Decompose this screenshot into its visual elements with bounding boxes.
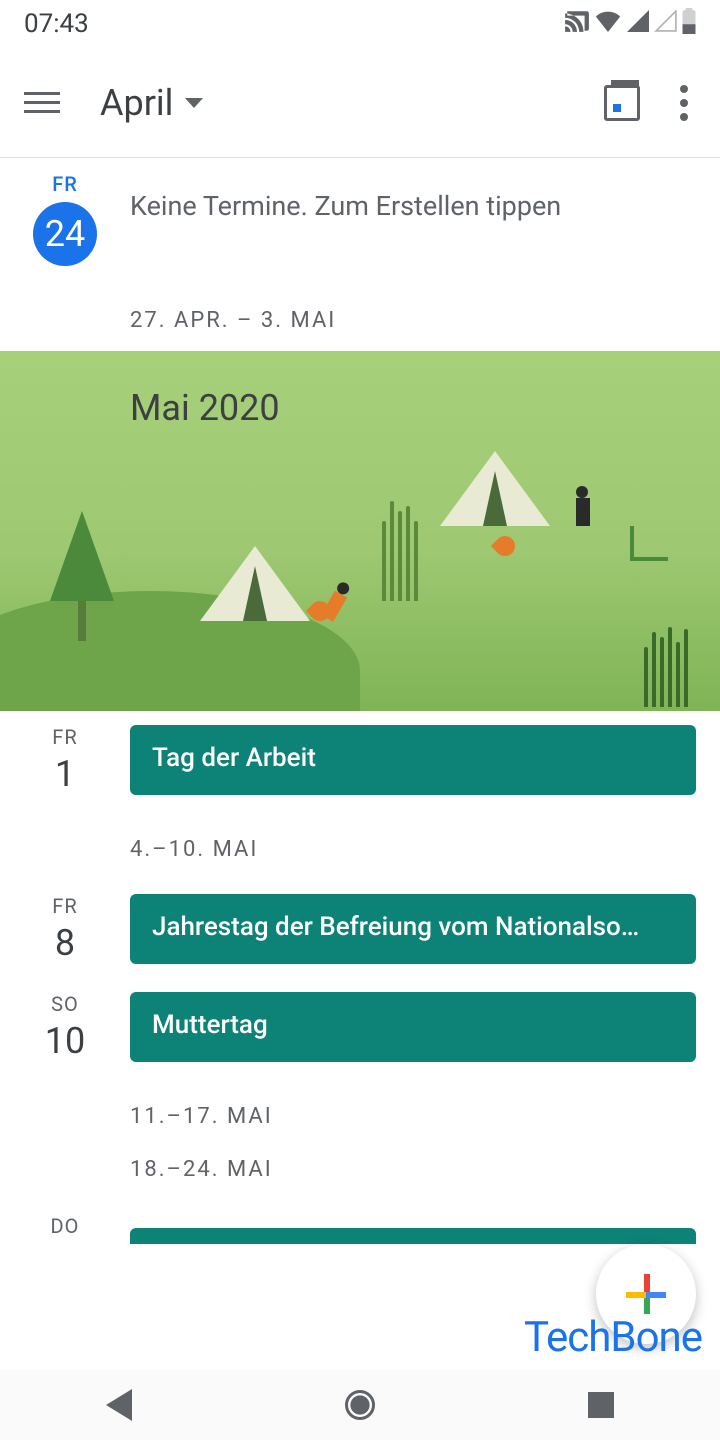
event-row[interactable]: SO 10 Muttertag	[0, 978, 720, 1076]
nav-home-button[interactable]	[345, 1390, 375, 1420]
cast-icon	[564, 9, 590, 39]
battery-icon	[682, 8, 696, 41]
day-name: FR	[0, 725, 130, 749]
nav-recent-button[interactable]	[588, 1392, 614, 1418]
day-column: FR 1	[0, 725, 130, 795]
status-time: 07:43	[24, 9, 89, 39]
month-banner: Mai 2020	[0, 351, 720, 711]
today-button[interactable]	[604, 85, 640, 121]
empty-hint[interactable]: Keine Termine. Zum Erstellen tippen	[130, 172, 561, 266]
day-number: 24	[33, 202, 97, 266]
nav-back-button[interactable]	[106, 1389, 132, 1421]
signal-empty-icon	[654, 9, 678, 39]
day-number: 1	[0, 753, 130, 795]
day-number: 8	[0, 922, 130, 964]
day-column: DO	[0, 1214, 130, 1244]
week-header: 11.–17. MAI	[0, 1076, 720, 1147]
day-name: SO	[0, 992, 130, 1016]
day-column: FR 8	[0, 894, 130, 964]
navigation-bar	[0, 1370, 720, 1440]
event-chip[interactable]: Jahrestag der Befreiung vom Nationalso…	[130, 894, 696, 964]
day-name: FR	[0, 894, 130, 918]
day-column: SO 10	[0, 992, 130, 1062]
event-row[interactable]: DO	[0, 1200, 720, 1244]
more-button[interactable]	[672, 85, 696, 121]
day-name: FR	[0, 172, 130, 196]
signal-icon	[626, 9, 650, 39]
week-header: 18.–24. MAI	[0, 1147, 720, 1200]
day-column: FR 24	[0, 172, 130, 266]
event-chip[interactable]: Muttertag	[130, 992, 696, 1062]
week-header: 27. APR. – 3. MAI	[0, 280, 720, 351]
month-label: April	[100, 82, 173, 124]
schedule-list[interactable]: FR 24 Keine Termine. Zum Erstellen tippe…	[0, 158, 720, 1244]
week-header: 4.–10. MAI	[0, 809, 720, 880]
plus-icon	[626, 1274, 666, 1314]
menu-button[interactable]	[24, 92, 72, 113]
month-picker[interactable]: April	[100, 82, 203, 124]
month-banner-label: Mai 2020	[130, 387, 280, 429]
chevron-down-icon	[185, 98, 203, 108]
status-icons	[564, 8, 696, 41]
watermark: TechBone	[524, 1313, 702, 1362]
status-bar: 07:43	[0, 0, 720, 48]
event-chip[interactable]	[130, 1228, 696, 1244]
event-row[interactable]: FR 8 Jahrestag der Befreiung vom Nationa…	[0, 880, 720, 978]
day-number: 10	[0, 1020, 130, 1062]
event-row[interactable]: FR 1 Tag der Arbeit	[0, 711, 720, 809]
wifi-icon	[594, 9, 622, 39]
today-row[interactable]: FR 24 Keine Termine. Zum Erstellen tippe…	[0, 158, 720, 280]
day-name: DO	[0, 1214, 130, 1238]
app-bar: April	[0, 48, 720, 158]
event-chip[interactable]: Tag der Arbeit	[130, 725, 696, 795]
